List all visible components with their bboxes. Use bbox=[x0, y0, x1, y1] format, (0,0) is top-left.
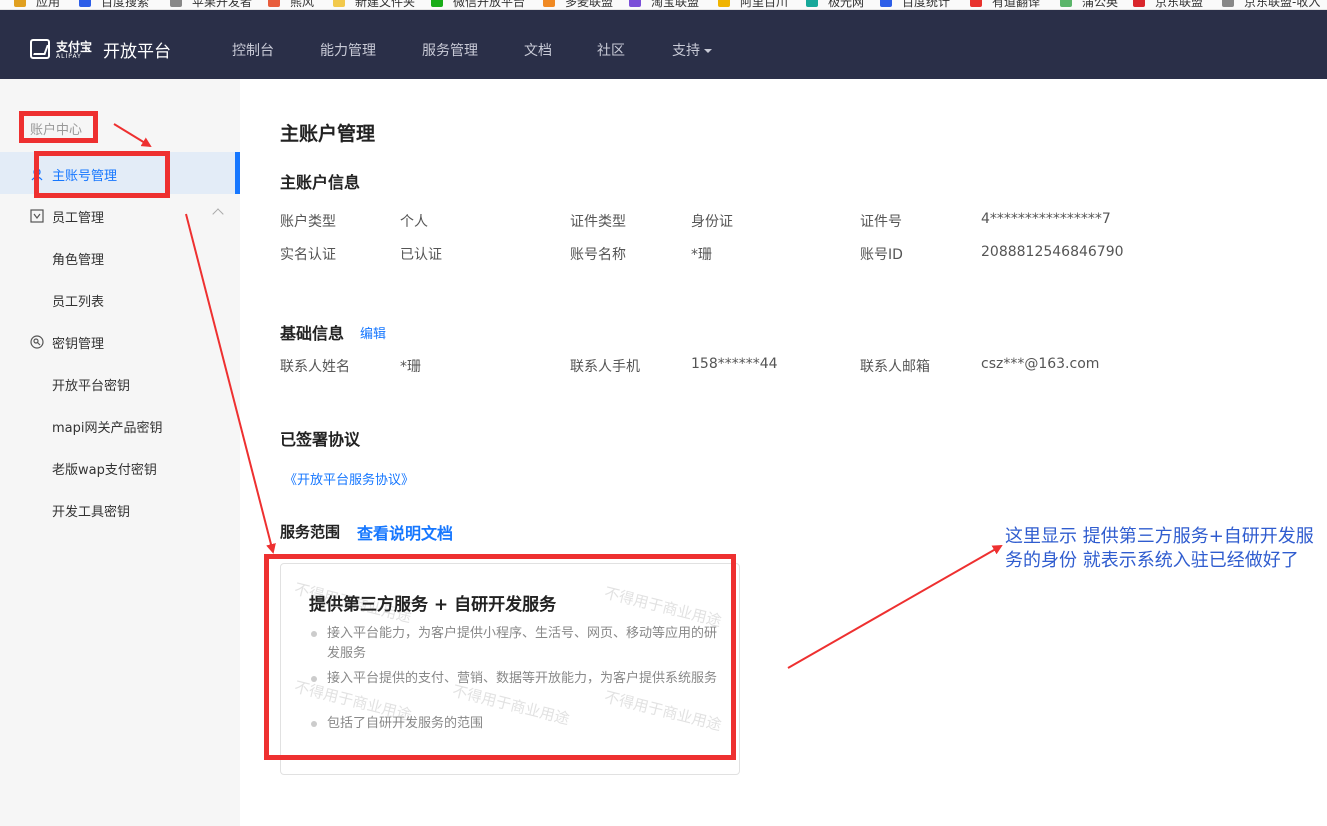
bookmark-icon bbox=[543, 0, 555, 7]
caret-down-icon bbox=[704, 49, 712, 53]
bookmark-item[interactable]: 百度统计 bbox=[880, 0, 950, 9]
sidebar-item-label: 密钥管理 bbox=[52, 337, 105, 352]
bookmark-item[interactable]: 京东联盟 bbox=[1133, 0, 1203, 9]
folder-icon bbox=[333, 0, 345, 7]
logo-subtitle: ALIPAY bbox=[56, 53, 82, 60]
sidebar-item-keys[interactable]: 密钥管理 bbox=[0, 320, 240, 362]
bookmark-item[interactable]: 苹果开发者 bbox=[170, 0, 252, 9]
top-header: 支付宝 ALIPAY 开放平台 控制台 能力管理 服务管理 文档 社区 支持 bbox=[0, 10, 1327, 79]
sidebar-item-staff[interactable]: 员工管理 bbox=[0, 194, 240, 236]
platform-title[interactable]: 开放平台 bbox=[103, 37, 171, 62]
bookmarks-bar: 应用 百度搜索 苹果开发者 熊风 新建文件夹 微信开放平台 多麦联盟 淘宝联盟 … bbox=[0, 0, 1327, 10]
field-value: 已认证 bbox=[400, 247, 442, 263]
wechat-icon bbox=[431, 0, 443, 7]
nav-console[interactable]: 控制台 bbox=[232, 40, 274, 60]
bookmark-item[interactable]: 新建文件夹 bbox=[333, 0, 415, 9]
nav-community[interactable]: 社区 bbox=[597, 40, 625, 60]
annotation-box-account-center bbox=[19, 111, 98, 143]
sidebar-item-label: 老版wap支付密钥 bbox=[52, 463, 157, 478]
sidebar-item-label: 角色管理 bbox=[52, 253, 105, 268]
field-label: 证件号 bbox=[860, 214, 902, 230]
bookmark-icon bbox=[806, 0, 818, 7]
apple-icon bbox=[170, 0, 182, 7]
field-label: 证件类型 bbox=[570, 214, 626, 230]
sidebar-item-label: mapi网关产品密钥 bbox=[52, 421, 163, 436]
nav-support[interactable]: 支持 bbox=[672, 40, 712, 60]
view-doc-link[interactable]: 查看说明文档 bbox=[357, 520, 453, 544]
nav-service[interactable]: 服务管理 bbox=[422, 40, 478, 60]
section-scope-title: 服务范围 bbox=[280, 523, 341, 541]
field-value: 个人 bbox=[400, 214, 428, 230]
sidebar-item-label: 员工管理 bbox=[52, 211, 105, 226]
sidebar-item-label: 开发工具密钥 bbox=[52, 505, 131, 520]
alipay-logo-icon[interactable] bbox=[30, 39, 50, 59]
field-value: 4****************7 bbox=[981, 211, 1111, 227]
field-value: *珊 bbox=[691, 247, 712, 263]
field-label: 联系人姓名 bbox=[280, 359, 350, 375]
bookmark-item[interactable]: 应用 bbox=[14, 0, 60, 9]
bookmark-item[interactable]: 有道翻译 bbox=[970, 0, 1040, 9]
field-value: *珊 bbox=[400, 359, 421, 375]
bookmark-item[interactable]: 百度搜索 bbox=[79, 0, 149, 9]
bookmark-item[interactable]: 多麦联盟 bbox=[543, 0, 613, 9]
bookmark-item[interactable]: 微信开放平台 bbox=[431, 0, 525, 9]
sidebar-item-roles[interactable]: 角色管理 bbox=[0, 236, 240, 278]
annotation-note: 这里显示 提供第三方服务+自研开发服务的身份 就表示系统入驻已经做好了 bbox=[1005, 526, 1314, 571]
nav-capability[interactable]: 能力管理 bbox=[320, 40, 376, 60]
field-label: 账号名称 bbox=[570, 247, 626, 263]
section-agreements-title: 已签署协议 bbox=[280, 430, 361, 449]
bookmark-item[interactable]: 极光网 bbox=[806, 0, 864, 9]
sidebar-item-devtool-key[interactable]: 开发工具密钥 bbox=[0, 488, 240, 530]
bookmark-icon bbox=[268, 0, 280, 7]
bookmark-icon bbox=[1222, 0, 1234, 7]
sidebar-item-label: 员工列表 bbox=[52, 295, 105, 310]
bookmark-item[interactable]: 淘宝联盟 bbox=[629, 0, 699, 9]
section-account-info-title: 主账户信息 bbox=[280, 173, 361, 192]
field-value: 2088812546846790 bbox=[981, 244, 1124, 260]
field-label: 账户类型 bbox=[280, 214, 336, 230]
bookmark-item[interactable]: 熊风 bbox=[268, 0, 314, 9]
agreement-link[interactable]: 《开放平台服务协议》 bbox=[284, 469, 414, 488]
field-label: 联系人手机 bbox=[570, 359, 640, 375]
field-value: csz***@163.com bbox=[981, 356, 1100, 372]
key-icon bbox=[30, 335, 44, 349]
bookmark-item[interactable]: 阿里百川 bbox=[718, 0, 788, 9]
apps-icon bbox=[14, 0, 26, 7]
field-label: 联系人邮箱 bbox=[860, 359, 930, 375]
field-label: 实名认证 bbox=[280, 247, 336, 263]
team-icon bbox=[30, 209, 44, 223]
field-value: 158******44 bbox=[691, 356, 778, 372]
chevron-up-icon[interactable] bbox=[212, 208, 224, 220]
bookmark-icon bbox=[970, 0, 982, 7]
nav-support-label: 支持 bbox=[672, 43, 700, 59]
annotation-box-service-card bbox=[264, 554, 736, 760]
edit-link[interactable]: 编辑 bbox=[360, 323, 386, 342]
bookmark-icon bbox=[880, 0, 892, 7]
jd-icon bbox=[1133, 0, 1145, 7]
bookmark-icon bbox=[629, 0, 641, 7]
nav-docs[interactable]: 文档 bbox=[524, 40, 552, 60]
bookmark-icon bbox=[79, 0, 91, 7]
sidebar-item-staff-list[interactable]: 员工列表 bbox=[0, 278, 240, 320]
section-basic-info-title: 基础信息 bbox=[280, 324, 345, 343]
sidebar-item-mapi-key[interactable]: mapi网关产品密钥 bbox=[0, 404, 240, 446]
bookmark-item[interactable]: 京东联盟-收入 bbox=[1222, 0, 1320, 9]
bookmark-icon bbox=[1060, 0, 1072, 7]
field-value: 身份证 bbox=[691, 214, 733, 230]
page-title: 主账户管理 bbox=[280, 123, 376, 145]
sidebar-item-wap-key[interactable]: 老版wap支付密钥 bbox=[0, 446, 240, 488]
bookmark-icon bbox=[718, 0, 730, 7]
sidebar-item-platform-key[interactable]: 开放平台密钥 bbox=[0, 362, 240, 404]
sidebar-item-label: 开放平台密钥 bbox=[52, 379, 131, 394]
bookmark-item[interactable]: 蒲公英 bbox=[1060, 0, 1118, 9]
annotation-box-main-account bbox=[34, 151, 170, 198]
field-label: 账号ID bbox=[860, 247, 903, 263]
